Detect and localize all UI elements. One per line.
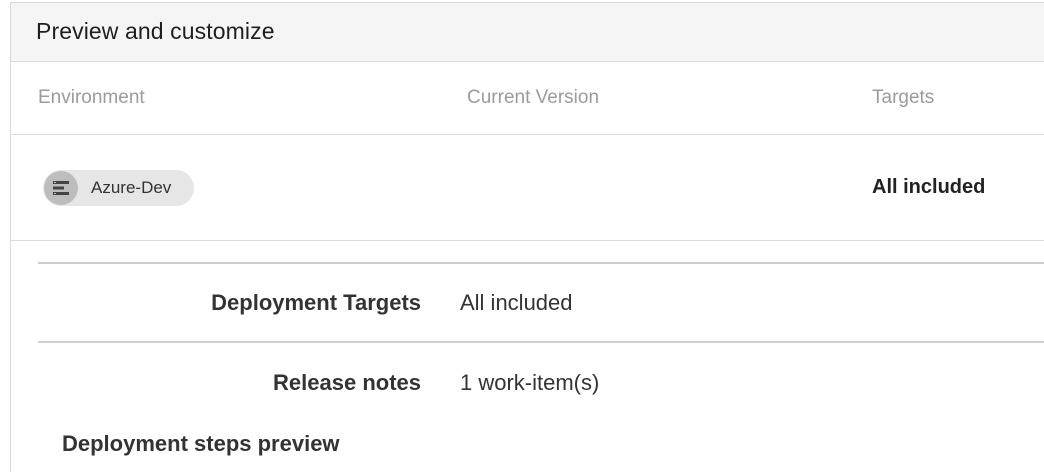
details-middle-divider [38,341,1044,343]
release-notes-value[interactable]: 1 work-item(s) [460,370,599,396]
panel-header: Preview and customize [11,3,1044,62]
environment-icon [44,171,78,205]
release-notes-label: Release notes [273,370,421,395]
environment-name: Azure-Dev [91,178,172,197]
deployment-targets-value: All included [460,290,573,315]
environment-chip-azure-dev[interactable]: Azure-Dev [43,170,194,206]
row-targets-value: All included [872,176,986,198]
table-row-divider [11,240,1044,241]
panel-title: Preview and customize [36,18,275,44]
table-header-divider [11,134,1044,135]
column-header-environment: Environment [38,87,145,108]
deployment-steps-preview-title: Deployment steps preview [62,431,340,456]
preview-customize-panel: Preview and customize Environment Curren… [10,2,1044,472]
deployment-targets-label: Deployment Targets [211,290,421,315]
column-header-targets: Targets [872,87,935,108]
details-top-divider [38,262,1044,264]
column-header-current-version: Current Version [467,87,600,108]
